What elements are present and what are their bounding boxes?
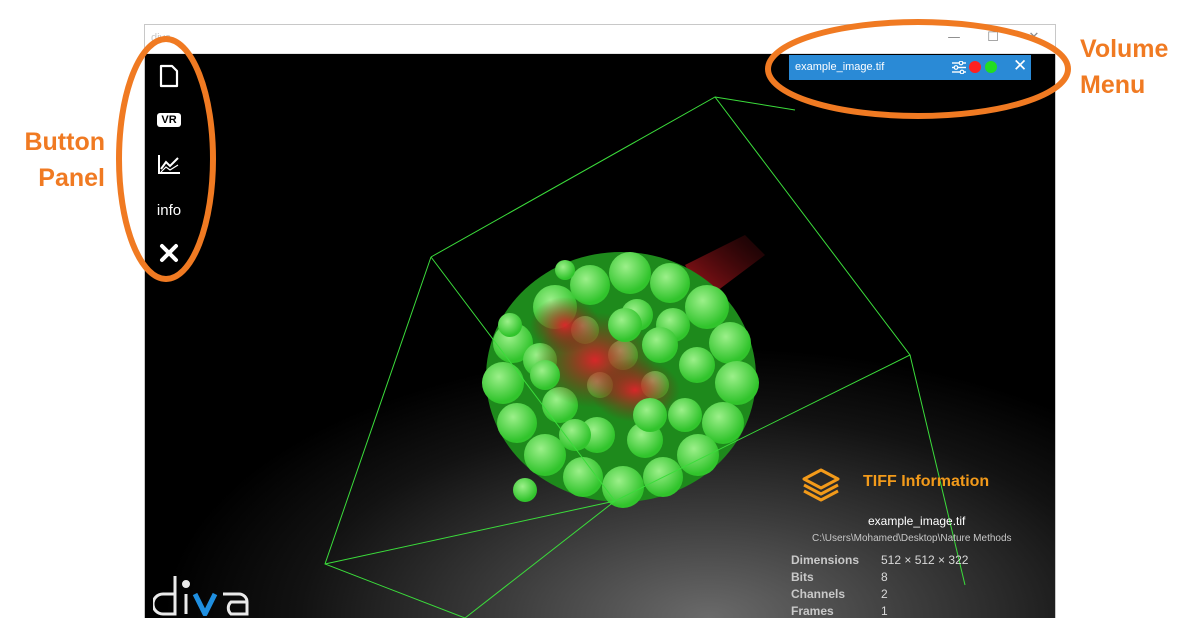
annotation-line: Volume bbox=[1080, 35, 1169, 63]
button-panel-highlight bbox=[116, 36, 216, 282]
annotation-line: Panel bbox=[38, 163, 105, 192]
volume-menu-highlight bbox=[765, 19, 1071, 119]
annotation-line: Menu bbox=[1080, 70, 1146, 99]
volume-menu-annotation: Volume Menu bbox=[1080, 32, 1168, 103]
annotation-overlay bbox=[116, 19, 1071, 282]
annotation-line: Button bbox=[24, 128, 105, 156]
button-panel-annotation: Button Panel bbox=[10, 125, 105, 196]
